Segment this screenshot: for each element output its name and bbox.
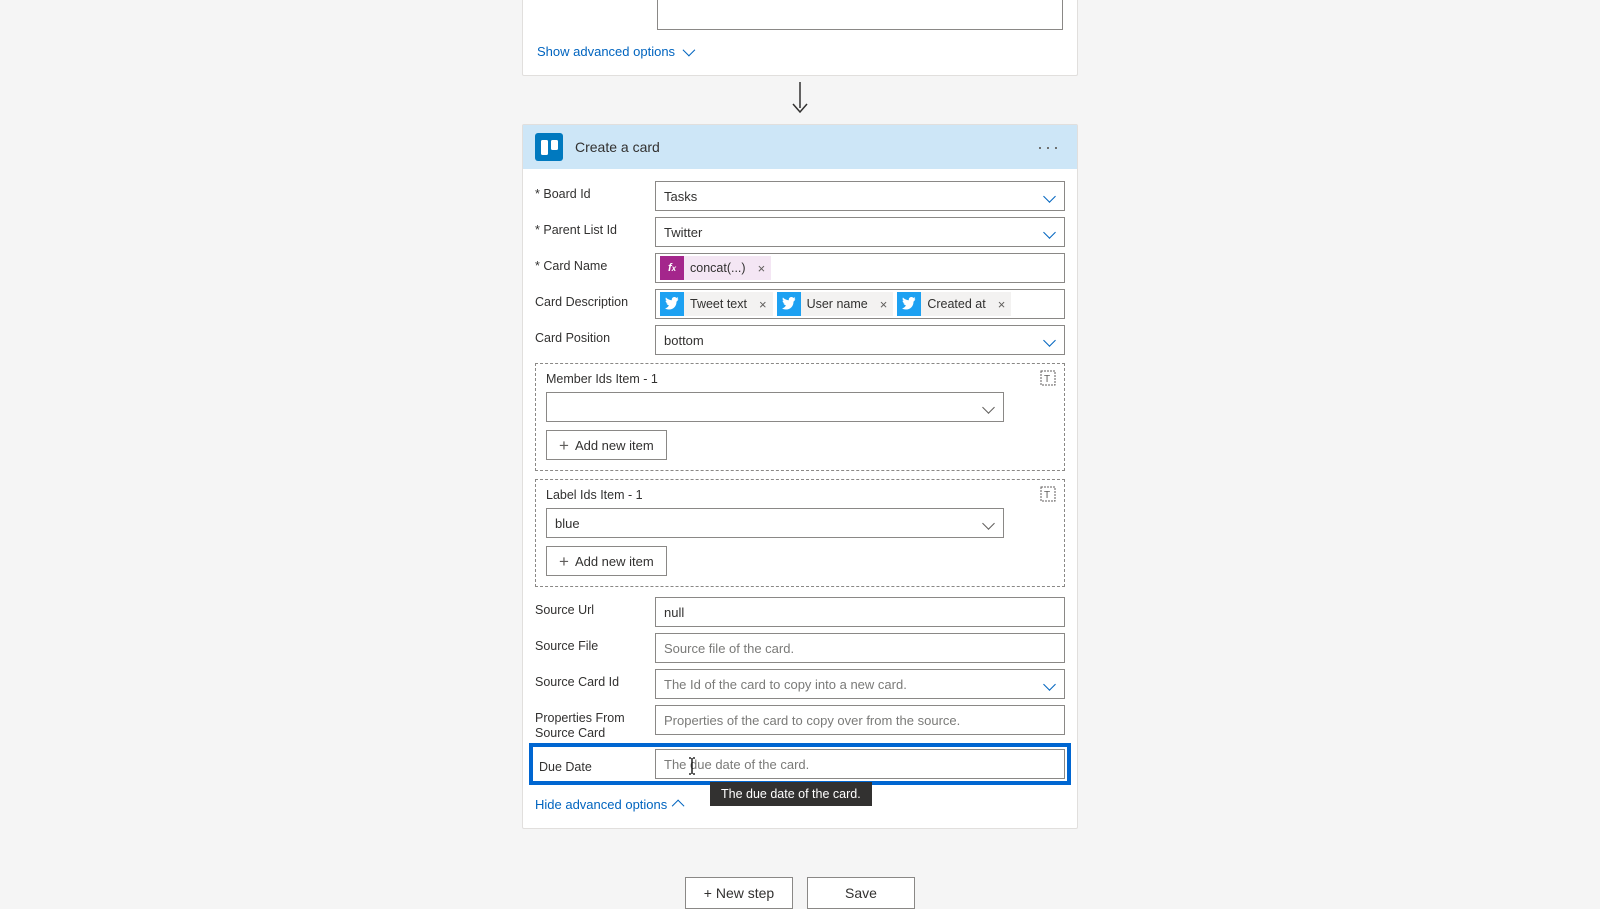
created-at-token[interactable]: Created at × [897,292,1011,316]
flow-arrow [522,76,1078,124]
due-date-row-highlighted: Due Date The due date of the card. [529,743,1071,785]
save-button[interactable]: Save [807,877,915,909]
label-ids-group: Label Ids Item - 1 T blue + Add new item [535,479,1065,587]
card-pos-select[interactable]: bottom [655,325,1065,355]
twitter-icon [660,292,684,316]
member-ids-select[interactable] [546,392,1004,422]
svg-text:T: T [1044,374,1050,385]
user-name-token[interactable]: User name × [777,292,894,316]
parent-list-label: * Parent List Id [535,217,647,238]
source-url-input[interactable] [655,597,1065,627]
action-header[interactable]: Create a card ··· [523,125,1077,169]
hide-advanced-link[interactable]: Hide advanced options [535,793,684,816]
board-id-label: * Board Id [535,181,647,202]
token-label: Created at [921,297,991,311]
board-id-value: Tasks [664,189,697,204]
switch-array-icon[interactable]: T [1040,486,1056,502]
show-advanced-link[interactable]: Show advanced options [537,40,692,63]
token-label: User name [801,297,874,311]
token-remove[interactable]: × [874,297,894,312]
board-id-select[interactable]: Tasks [655,181,1065,211]
member-ids-group: Member Ids Item - 1 T + Add new item [535,363,1065,471]
label-ids-select[interactable]: blue [546,508,1004,538]
add-button-label: Add new item [575,438,654,453]
new-step-button[interactable]: + New step [685,877,793,909]
create-card-action: Create a card ··· * Board Id Tasks * Par… [522,124,1078,829]
card-pos-label: Card Position [535,325,647,346]
trello-icon [535,133,563,161]
chevron-down-icon [1043,190,1056,203]
label-ids-value: blue [555,516,580,531]
add-member-item-button[interactable]: + Add new item [546,430,667,460]
token-remove[interactable]: × [992,297,1012,312]
token-remove[interactable]: × [753,297,773,312]
card-desc-label: Card Description [535,289,647,310]
card-desc-input[interactable]: Tweet text × User name × Created at [655,289,1065,319]
card-name-label: * Card Name [535,253,647,274]
chevron-up-icon [672,800,685,813]
fx-token[interactable]: fx concat(...) × [660,256,771,280]
source-url-label: Source Url [535,597,647,618]
add-button-label: Add new item [575,554,654,569]
chevron-down-icon [1043,334,1056,347]
previous-input-stub[interactable] [657,0,1063,30]
chevron-down-icon [1043,678,1056,691]
hide-advanced-label: Hide advanced options [535,797,667,812]
fx-icon: fx [660,256,684,280]
due-date-label: Due Date [535,754,647,775]
token-remove[interactable]: × [752,261,772,276]
fx-token-label: concat(...) [684,261,752,275]
source-file-input[interactable] [655,633,1065,663]
card-pos-value: bottom [664,333,704,348]
parent-list-value: Twitter [664,225,702,240]
action-title: Create a card [575,139,1021,155]
previous-action-card: Show advanced options [522,0,1078,76]
source-card-id-select[interactable]: The Id of the card to copy into a new ca… [655,669,1065,699]
show-advanced-label: Show advanced options [537,44,675,59]
chevron-down-icon [982,517,995,530]
add-label-item-button[interactable]: + Add new item [546,546,667,576]
props-from-source-label: Properties From Source Card [535,705,647,741]
parent-list-select[interactable]: Twitter [655,217,1065,247]
token-label: Tweet text [684,297,753,311]
source-card-id-label: Source Card Id [535,669,647,690]
label-ids-label: Label Ids Item - 1 [546,488,1054,502]
chevron-down-icon [1043,226,1056,239]
chevron-down-icon [683,44,696,57]
tweet-text-token[interactable]: Tweet text × [660,292,773,316]
plus-icon: + [559,553,569,570]
new-step-label: + New step [704,885,774,901]
switch-array-icon[interactable]: T [1040,370,1056,386]
svg-text:T: T [1044,490,1050,501]
source-card-id-placeholder: The Id of the card to copy into a new ca… [664,677,907,692]
twitter-icon [777,292,801,316]
plus-icon: + [559,437,569,454]
chevron-down-icon [982,401,995,414]
card-name-input[interactable]: fx concat(...) × [655,253,1065,283]
props-from-source-input[interactable] [655,705,1065,735]
twitter-icon [897,292,921,316]
save-label: Save [845,885,877,901]
member-ids-label: Member Ids Item - 1 [546,372,1054,386]
action-menu-button[interactable]: ··· [1033,137,1065,158]
due-date-tooltip: The due date of the card. [711,783,871,805]
due-date-input[interactable] [655,749,1065,779]
source-file-label: Source File [535,633,647,654]
